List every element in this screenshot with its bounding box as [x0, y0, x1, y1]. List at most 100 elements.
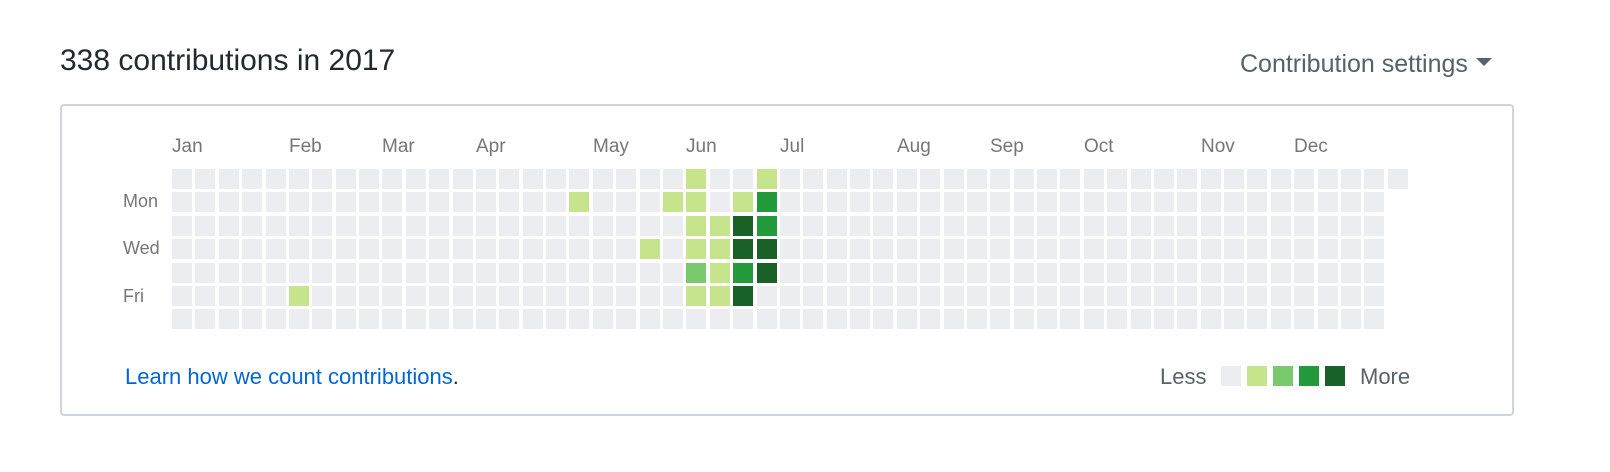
contribution-day-cell[interactable] — [710, 286, 730, 306]
contribution-day-cell[interactable] — [827, 309, 847, 329]
contribution-day-cell[interactable] — [593, 286, 613, 306]
contribution-day-cell[interactable] — [616, 169, 636, 189]
contribution-day-cell[interactable] — [803, 263, 823, 283]
contribution-day-cell[interactable] — [453, 309, 473, 329]
contribution-day-cell[interactable] — [640, 216, 660, 236]
contribution-day-cell[interactable] — [1154, 309, 1174, 329]
contribution-day-cell[interactable] — [710, 216, 730, 236]
contribution-day-cell[interactable] — [1294, 263, 1314, 283]
contribution-day-cell[interactable] — [1084, 216, 1104, 236]
contribution-day-cell[interactable] — [195, 216, 215, 236]
contribution-day-cell[interactable] — [1341, 239, 1361, 259]
contribution-day-cell[interactable] — [1341, 286, 1361, 306]
contribution-day-cell[interactable] — [780, 263, 800, 283]
contribution-day-cell[interactable] — [382, 216, 402, 236]
contribution-day-cell[interactable] — [546, 216, 566, 236]
contribution-day-cell[interactable] — [1341, 263, 1361, 283]
contribution-day-cell[interactable] — [1107, 169, 1127, 189]
contribution-day-cell[interactable] — [382, 239, 402, 259]
contribution-day-cell[interactable] — [289, 169, 309, 189]
contribution-day-cell[interactable] — [640, 169, 660, 189]
learn-contributions-link[interactable]: Learn how we count contributions. — [125, 364, 459, 390]
contribution-day-cell[interactable] — [1131, 239, 1151, 259]
contribution-day-cell[interactable] — [523, 286, 543, 306]
contribution-day-cell[interactable] — [873, 169, 893, 189]
contribution-day-cell[interactable] — [733, 286, 753, 306]
contribution-day-cell[interactable] — [944, 309, 964, 329]
contribution-day-cell[interactable] — [1177, 192, 1197, 212]
contribution-day-cell[interactable] — [663, 263, 683, 283]
contribution-day-cell[interactable] — [359, 169, 379, 189]
contribution-day-cell[interactable] — [944, 216, 964, 236]
contribution-day-cell[interactable] — [1224, 216, 1244, 236]
contribution-day-cell[interactable] — [593, 263, 613, 283]
contribution-day-cell[interactable] — [289, 216, 309, 236]
contribution-day-cell[interactable] — [1224, 239, 1244, 259]
contribution-day-cell[interactable] — [1341, 169, 1361, 189]
contribution-day-cell[interactable] — [897, 169, 917, 189]
contribution-day-cell[interactable] — [827, 169, 847, 189]
contribution-day-cell[interactable] — [616, 286, 636, 306]
contribution-day-cell[interactable] — [1364, 169, 1384, 189]
contribution-day-cell[interactable] — [757, 263, 777, 283]
contribution-day-cell[interactable] — [336, 263, 356, 283]
contribution-day-cell[interactable] — [827, 192, 847, 212]
contribution-day-cell[interactable] — [499, 239, 519, 259]
contribution-day-cell[interactable] — [1131, 309, 1151, 329]
contribution-day-cell[interactable] — [1271, 286, 1291, 306]
contribution-day-cell[interactable] — [1177, 263, 1197, 283]
contribution-day-cell[interactable] — [967, 169, 987, 189]
contribution-day-cell[interactable] — [990, 286, 1010, 306]
contribution-day-cell[interactable] — [1294, 192, 1314, 212]
contribution-day-cell[interactable] — [406, 192, 426, 212]
contribution-day-cell[interactable] — [803, 239, 823, 259]
contribution-day-cell[interactable] — [780, 192, 800, 212]
contribution-day-cell[interactable] — [453, 263, 473, 283]
contribution-day-cell[interactable] — [803, 286, 823, 306]
contribution-day-cell[interactable] — [850, 239, 870, 259]
contribution-day-cell[interactable] — [1294, 286, 1314, 306]
contribution-day-cell[interactable] — [1014, 169, 1034, 189]
contribution-day-cell[interactable] — [312, 239, 332, 259]
contribution-day-cell[interactable] — [1341, 192, 1361, 212]
contribution-day-cell[interactable] — [1247, 192, 1267, 212]
contribution-day-cell[interactable] — [172, 192, 192, 212]
contribution-day-cell[interactable] — [172, 239, 192, 259]
contribution-day-cell[interactable] — [827, 286, 847, 306]
contribution-day-cell[interactable] — [920, 192, 940, 212]
contribution-day-cell[interactable] — [1247, 216, 1267, 236]
contribution-day-cell[interactable] — [990, 169, 1010, 189]
contribution-day-cell[interactable] — [1131, 286, 1151, 306]
contribution-day-cell[interactable] — [803, 192, 823, 212]
contribution-day-cell[interactable] — [336, 216, 356, 236]
contribution-day-cell[interactable] — [195, 309, 215, 329]
contribution-day-cell[interactable] — [897, 263, 917, 283]
contribution-day-cell[interactable] — [1318, 239, 1338, 259]
contribution-day-cell[interactable] — [1107, 263, 1127, 283]
contribution-day-cell[interactable] — [990, 216, 1010, 236]
contribution-day-cell[interactable] — [1224, 309, 1244, 329]
contribution-day-cell[interactable] — [640, 263, 660, 283]
contribution-day-cell[interactable] — [686, 216, 706, 236]
contribution-day-cell[interactable] — [523, 239, 543, 259]
contribution-day-cell[interactable] — [920, 169, 940, 189]
contribution-day-cell[interactable] — [593, 239, 613, 259]
contribution-day-cell[interactable] — [476, 286, 496, 306]
contribution-day-cell[interactable] — [219, 239, 239, 259]
contribution-day-cell[interactable] — [382, 169, 402, 189]
contribution-day-cell[interactable] — [1294, 239, 1314, 259]
contribution-day-cell[interactable] — [242, 169, 262, 189]
contribution-day-cell[interactable] — [1014, 263, 1034, 283]
contribution-day-cell[interactable] — [242, 192, 262, 212]
contribution-day-cell[interactable] — [780, 216, 800, 236]
contribution-day-cell[interactable] — [757, 216, 777, 236]
learn-link-text[interactable]: Learn how we count contributions — [125, 364, 453, 389]
contribution-day-cell[interactable] — [569, 309, 589, 329]
contribution-day-cell[interactable] — [1201, 169, 1221, 189]
contribution-day-cell[interactable] — [757, 286, 777, 306]
contribution-day-cell[interactable] — [780, 169, 800, 189]
contribution-day-cell[interactable] — [663, 286, 683, 306]
contribution-day-cell[interactable] — [242, 286, 262, 306]
contribution-day-cell[interactable] — [336, 286, 356, 306]
contribution-day-cell[interactable] — [967, 309, 987, 329]
